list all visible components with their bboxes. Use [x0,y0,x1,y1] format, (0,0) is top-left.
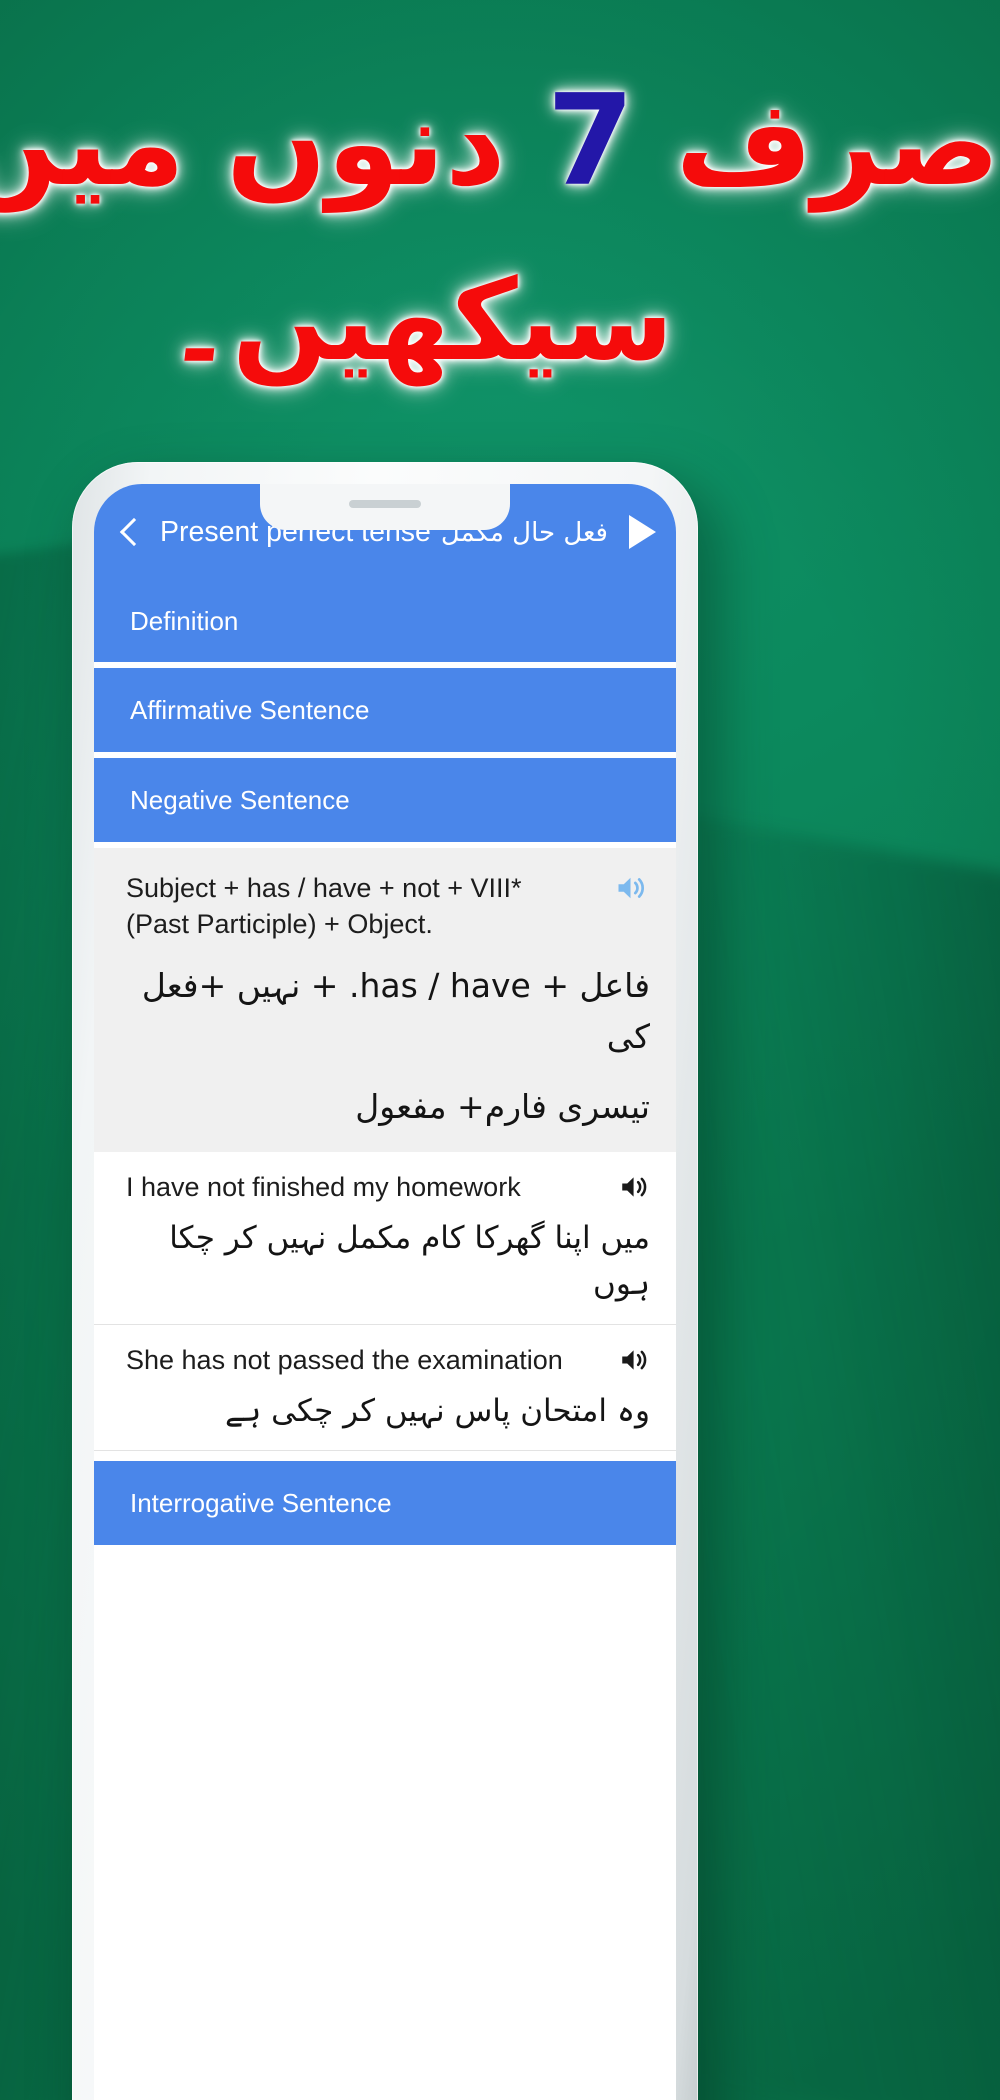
phone-screen: Present perfect tense فعل حال مکمل Defini… [94,484,676,2100]
promo-screenshot: صرف 7 دنوں میں انگلش سیکھیں۔ Present per… [0,0,1000,2100]
section-interrogative[interactable]: Interrogative Sentence [94,1461,676,1546]
negative-formula-block: Subject + has / have + not + VIII* (Past… [94,848,676,1152]
section-definition-label: Definition [130,605,239,636]
section-interrogative-label: Interrogative Sentence [130,1487,392,1518]
chevron-left-icon[interactable] [112,515,146,549]
headline-line-2: سیکھیں۔ [166,256,674,387]
screen-content: Definition Affirmative Sentence Negative… [94,580,676,2100]
example-urdu: میں اپنا گھرکا کام مکمل نہیں کر چکا ہوں [169,1219,650,1303]
empty-content-area [94,1551,676,1792]
section-definition[interactable]: Definition [94,580,676,662]
earpiece-speaker [349,500,421,508]
speaker-icon[interactable] [616,1170,654,1204]
phone-notch [260,484,510,530]
headline-number: 7 [546,67,635,214]
example-row: I have not finished my homework میں اپنا… [94,1151,676,1325]
example-english: She has not passed the examination [126,1344,563,1375]
speaker-icon[interactable] [616,1343,654,1377]
play-triangle-icon[interactable] [629,515,656,549]
section-affirmative[interactable]: Affirmative Sentence [94,668,676,752]
formula-urdu-line-1: فاعل + has / have. + نہیں +فعل کی [141,966,650,1057]
example-urdu: وہ امتحان پاس نہیں کر چکی ہے [224,1392,650,1429]
headline-line-1: صرف 7 دنوں میں انگلش [0,58,1000,224]
section-negative-label: Negative Sentence [130,784,350,815]
headline-prefix: صرف [634,74,1000,212]
speaker-icon[interactable] [612,870,652,906]
formula-urdu-line-2: تیسری فارم+ مفعول [355,1086,650,1126]
headline-suffix: دنوں میں انگلش [0,74,506,212]
formula-english: Subject + has / have + not + VIII* (Past… [126,873,522,940]
promo-headline: صرف 7 دنوں میں انگلش سیکھیں۔ [0,58,1000,394]
example-row: She has not passed the examination وہ ام… [94,1324,676,1452]
section-negative[interactable]: Negative Sentence [94,758,676,842]
phone-body: Present perfect tense فعل حال مکمل Defini… [72,462,698,2100]
background-shadow-right [690,816,1000,2100]
example-english: I have not finished my homework [126,1171,521,1202]
section-affirmative-label: Affirmative Sentence [130,694,370,725]
phone-mockup: Present perfect tense فعل حال مکمل Defini… [72,462,722,2100]
